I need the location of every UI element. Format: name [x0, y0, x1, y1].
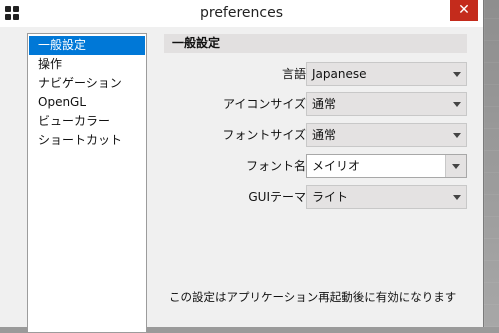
settings-panel: 一般設定 言語 Japanese アイコンサイズ 通常 フォントサイズ 通常 フ… [157, 33, 477, 327]
title-bar: preferences ✕ [0, 0, 483, 27]
font-name-dropdown-button[interactable] [445, 155, 466, 177]
preferences-window: preferences ✕ 一般設定 操作 ナビゲーション OpenGL ビュー… [0, 0, 484, 333]
font-size-select[interactable]: 通常 [306, 123, 467, 147]
window-title: preferences [199, 5, 284, 21]
icon-size-row: アイコンサイズ 通常 [157, 92, 477, 116]
sidebar-item-controls[interactable]: 操作 [28, 55, 146, 74]
gui-theme-label: GUIテーマ [248, 190, 306, 204]
font-size-value: 通常 [312, 128, 337, 142]
chevron-down-icon [452, 164, 460, 169]
gui-theme-select[interactable]: ライト [306, 185, 467, 209]
sidebar-item-opengl[interactable]: OpenGL [28, 93, 146, 112]
language-select[interactable]: Japanese [306, 62, 467, 86]
sidebar-item-view-color[interactable]: ビューカラー [28, 112, 146, 131]
font-name-row: フォント名 メイリオ [157, 154, 477, 178]
font-name-label: フォント名 [245, 159, 306, 173]
language-label: 言語 [281, 67, 306, 81]
chevron-down-icon [453, 72, 461, 77]
gui-theme-value: ライト [312, 190, 349, 204]
category-list: 一般設定 操作 ナビゲーション OpenGL ビューカラー ショートカット [27, 33, 147, 333]
chevron-down-icon [453, 195, 461, 200]
icon-size-label: アイコンサイズ [222, 97, 306, 111]
gui-theme-row: GUIテーマ ライト [157, 185, 477, 209]
sidebar-item-general[interactable]: 一般設定 [29, 36, 145, 55]
restart-note: この設定はアプリケーション再起動後に有効になります [169, 290, 457, 304]
language-row: 言語 Japanese [157, 62, 477, 86]
font-name-combobox[interactable]: メイリオ [306, 154, 467, 178]
font-size-label: フォントサイズ [222, 128, 306, 142]
font-size-row: フォントサイズ 通常 [157, 123, 477, 147]
icon-size-select[interactable]: 通常 [306, 92, 467, 116]
section-title: 一般設定 [164, 34, 467, 53]
chevron-down-icon [453, 133, 461, 138]
language-value: Japanese [312, 67, 367, 81]
close-icon: ✕ [458, 2, 470, 18]
sidebar-item-navigation[interactable]: ナビゲーション [28, 74, 146, 93]
font-name-value[interactable]: メイリオ [312, 155, 360, 177]
icon-size-value: 通常 [312, 97, 337, 111]
sidebar-item-shortcuts[interactable]: ショートカット [28, 131, 146, 150]
chevron-down-icon [453, 102, 461, 107]
close-button[interactable]: ✕ [450, 0, 478, 21]
